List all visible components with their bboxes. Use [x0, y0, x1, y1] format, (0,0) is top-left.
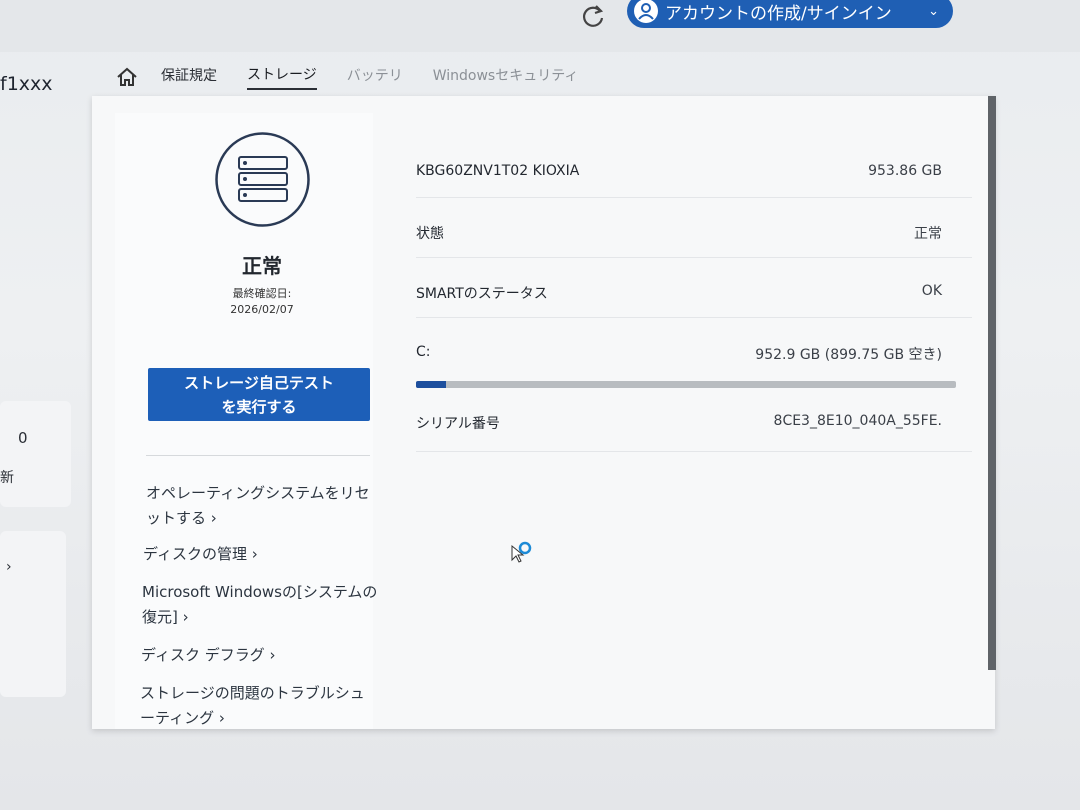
update-label: 新: [0, 470, 14, 486]
user-icon: [634, 0, 658, 23]
drive-letter: C:: [416, 344, 431, 360]
system-restore-link[interactable]: Microsoft Windowsの[システムの 復元] ›: [142, 580, 377, 630]
system-restore-line1: Microsoft Windowsの[システムの: [142, 583, 378, 601]
left-card-more[interactable]: ›: [0, 531, 66, 697]
info-row-drive: C: 952.9 GB (899.75 GB 空き): [416, 344, 956, 374]
row-divider: [416, 451, 972, 452]
reset-os-line2: ットする ›: [146, 509, 217, 527]
account-signin-label: アカウントの作成/サインイン: [665, 3, 892, 24]
device-name: f1xxx: [0, 73, 53, 95]
tab-bar: 保証規定 ストレージ バッテリ Windowsセキュリティ: [115, 62, 608, 92]
smart-value: OK: [921, 283, 942, 299]
info-row-smart: SMARTのステータス OK: [416, 283, 956, 313]
state-value: 正常: [914, 226, 942, 242]
disk-defrag-link[interactable]: ディスク デフラグ ›: [141, 643, 276, 668]
tab-storage[interactable]: ストレージ: [247, 64, 317, 90]
serial-value: 8CE3_8E10_040A_55FE.: [773, 413, 942, 429]
storage-drive-icon: [215, 132, 310, 227]
info-row-serial: シリアル番号 8CE3_8E10_040A_55FE.: [416, 413, 956, 443]
troubleshoot-link[interactable]: ストレージの問題のトラブルシュ ーティング ›: [140, 681, 365, 731]
state-label: 状態: [416, 226, 444, 242]
tab-windows-security[interactable]: Windowsセキュリティ: [433, 65, 579, 89]
storage-status: 正常: [242, 254, 282, 278]
update-count: 0: [18, 429, 28, 447]
divider: [146, 455, 370, 456]
tab-warranty[interactable]: 保証規定: [161, 65, 217, 89]
troubleshoot-line1: ストレージの問題のトラブルシュ: [140, 684, 365, 702]
scrollbar[interactable]: [988, 96, 996, 670]
chevron-down-icon: ⌄: [928, 3, 939, 19]
last-checked-date: 2026/02/07: [230, 303, 294, 316]
drive-usage-fill: [416, 381, 447, 388]
selftest-label-line1: ストレージ自己テスト: [184, 373, 334, 392]
loading-cursor-icon: [511, 541, 532, 563]
selftest-label-line2: を実行する: [221, 397, 297, 416]
info-row-state: 状態 正常: [416, 223, 956, 253]
refresh-icon[interactable]: [580, 3, 606, 29]
serial-label: シリアル番号: [416, 416, 500, 432]
disk-management-link[interactable]: ディスクの管理 ›: [143, 542, 258, 567]
drive-model: KBG60ZNV1T02 KIOXIA: [416, 163, 580, 179]
drive-capacity: 953.86 GB: [868, 163, 942, 179]
account-signin-button[interactable]: アカウントの作成/サインイン ⌄: [627, 0, 953, 28]
troubleshoot-line2: ーティング ›: [140, 709, 225, 727]
reset-os-link[interactable]: オペレーティングシステムをリセ ットする ›: [146, 481, 370, 531]
system-restore-line2: 復元] ›: [142, 608, 189, 626]
row-divider: [416, 317, 972, 318]
smart-label: SMARTのステータス: [416, 286, 548, 302]
info-row-model: KBG60ZNV1T02 KIOXIA 953.86 GB: [416, 163, 956, 193]
reset-os-line1: オペレーティングシステムをリセ: [146, 484, 370, 502]
left-card-updates[interactable]: 0 新: [0, 401, 71, 507]
row-divider: [416, 257, 972, 258]
tab-battery[interactable]: バッテリ: [347, 65, 403, 89]
home-icon[interactable]: [115, 65, 139, 89]
last-checked-label: 最終確認日:: [232, 287, 292, 300]
run-selftest-button[interactable]: ストレージ自己テスト を実行する: [148, 368, 370, 421]
chevron-right-icon: ›: [6, 559, 12, 575]
drive-usage-bar: [416, 381, 956, 388]
drive-usage: 952.9 GB (899.75 GB 空き): [755, 347, 942, 363]
row-divider: [416, 197, 972, 198]
